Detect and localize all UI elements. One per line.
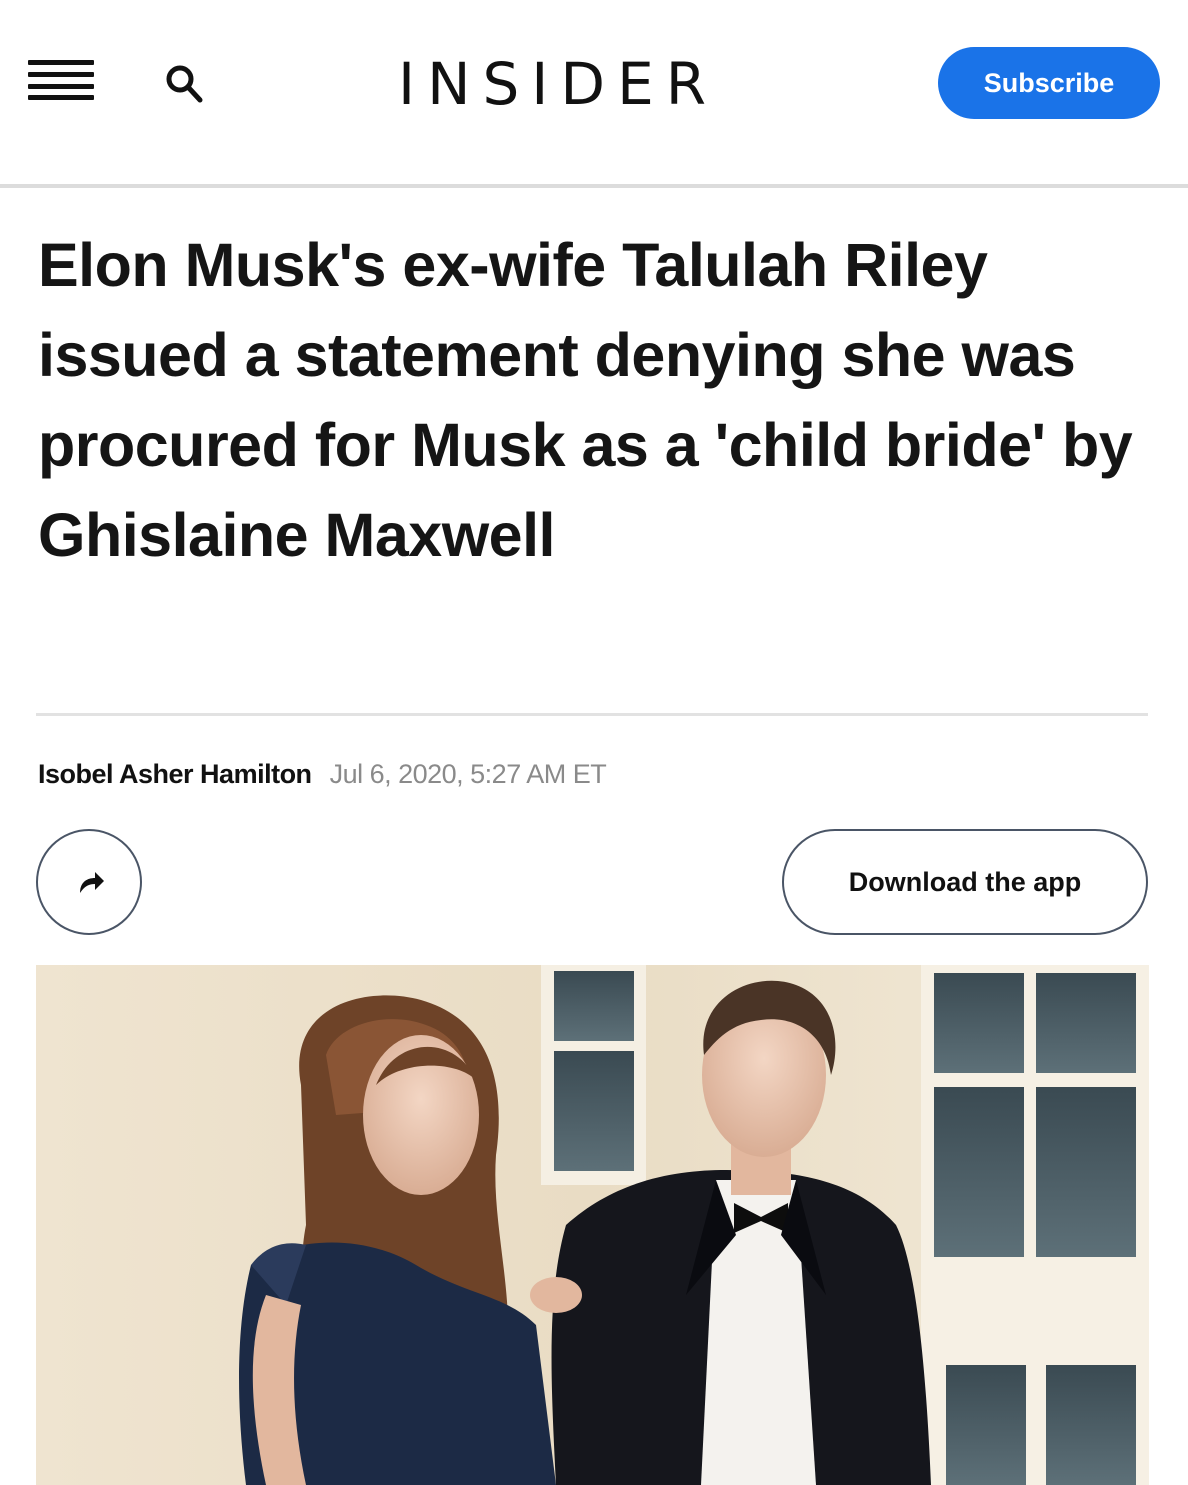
- share-arrow-icon: [80, 872, 104, 893]
- byline: Isobel Asher Hamilton Jul 6, 2020, 5:27 A…: [38, 754, 607, 794]
- article-page: INSIDER Subscribe Elon Musk's ex-wife Ta…: [0, 0, 1188, 1485]
- site-header: INSIDER Subscribe: [0, 0, 1188, 188]
- search-icon[interactable]: [160, 60, 214, 106]
- hamburger-menu-icon[interactable]: [28, 60, 94, 100]
- header-divider: [0, 184, 1188, 188]
- article-headline: Elon Musk's ex-wife Talulah Riley issued…: [38, 231, 1133, 569]
- headline-divider: [36, 713, 1148, 716]
- author-link[interactable]: Isobel Asher Hamilton: [38, 759, 312, 789]
- subscribe-button[interactable]: Subscribe: [938, 47, 1160, 119]
- site-logo[interactable]: INSIDER: [398, 44, 778, 124]
- share-button[interactable]: [36, 829, 142, 935]
- publish-timestamp: Jul 6, 2020, 5:27 AM ET: [329, 759, 607, 789]
- download-app-button[interactable]: Download the app: [782, 829, 1148, 935]
- article-hero-photo: [36, 965, 1149, 1485]
